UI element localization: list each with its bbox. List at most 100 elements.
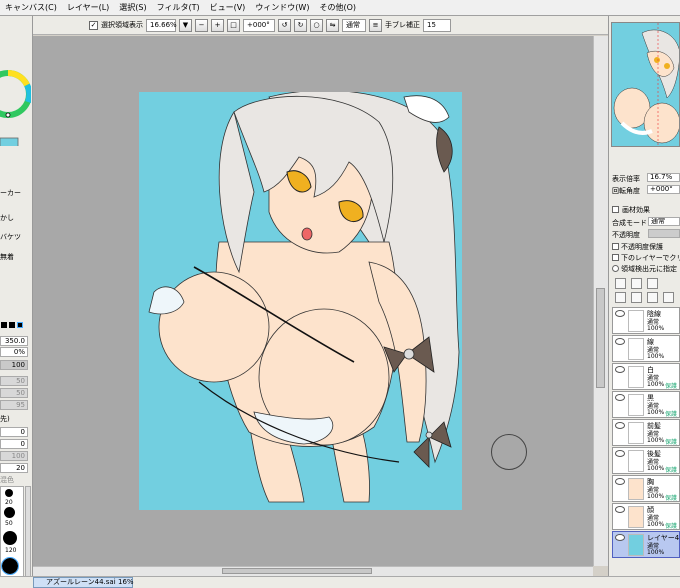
toolbar: ✓ 選択領域表示 16.66% ▼ − + □ +000° ↺ ↻ ○ ⇋ 通常… [33, 16, 608, 35]
zoom-reset-icon[interactable]: □ [227, 18, 240, 32]
layer-thumbnail [628, 310, 644, 332]
clear-layer-icon[interactable] [647, 292, 658, 303]
min-size-field[interactable]: 0% [0, 347, 28, 357]
eye-icon[interactable] [615, 422, 625, 429]
layer-thumbnail [628, 534, 644, 556]
current-color-swatch [0, 137, 19, 146]
layer-item[interactable]: 白通常 100% 保護 [612, 363, 680, 390]
navigator-preview[interactable] [611, 22, 680, 147]
brush-preset-dot [4, 507, 15, 518]
new-layer-icon[interactable] [615, 278, 626, 289]
eye-icon[interactable] [615, 534, 625, 541]
zoom-down-icon[interactable]: ▼ [179, 18, 192, 32]
rotate-left-icon[interactable]: ↺ [278, 18, 291, 32]
file-name: アズールレーン44.sai [46, 578, 116, 586]
zoom-out-icon[interactable]: − [195, 18, 208, 32]
brush-list-scrollbar[interactable] [25, 486, 31, 588]
rotation-label: 回転角度 [612, 187, 640, 195]
eye-icon[interactable] [615, 366, 625, 373]
layer-protect: 保護 [665, 439, 678, 446]
layer-item[interactable]: 後髪 通常 100% 保護 [612, 447, 680, 474]
color-wheel[interactable] [0, 16, 31, 146]
transfer-down-icon[interactable] [615, 292, 626, 303]
layer-item[interactable]: 黒通常 100% 保護 [612, 391, 680, 418]
menu-layer[interactable]: レイヤー(L) [62, 2, 114, 13]
layer-opacity: 100% [647, 409, 665, 416]
density-field[interactable]: 100 [0, 360, 28, 370]
menu-canvas[interactable]: キャンバス(C) [0, 2, 62, 13]
vertical-scroll-thumb[interactable] [596, 288, 605, 388]
layer-protect: 保護 [665, 467, 678, 474]
param-field-2[interactable]: 50 [0, 388, 28, 398]
layer-item[interactable]: 前髪 通常 100% 保護 [612, 419, 680, 446]
menu-select[interactable]: 選択(S) [114, 2, 151, 13]
eye-icon[interactable] [615, 394, 625, 401]
layer-blend-mode-field[interactable]: 通常 [648, 217, 680, 226]
delete-layer-icon[interactable] [663, 292, 674, 303]
stabilizer-field[interactable]: 15 [423, 18, 451, 32]
brush-size-list[interactable]: 20 50 120 350 [0, 486, 24, 588]
flip-icon[interactable]: ⇋ [326, 18, 339, 32]
blend-label: 混色 [0, 476, 14, 484]
num-field-1[interactable]: 0 [0, 427, 28, 437]
eye-icon[interactable] [615, 450, 625, 457]
opacity-protect-checkbox[interactable] [612, 243, 619, 250]
eye-icon[interactable] [615, 506, 625, 513]
menu-window[interactable]: ウィンドウ(W) [250, 2, 314, 13]
tool-blur[interactable]: かし [0, 213, 31, 223]
zoom-in-icon[interactable]: + [211, 18, 224, 32]
num-field-3[interactable]: 100 [0, 451, 28, 461]
brush-size-field[interactable]: 350.0 [0, 336, 28, 346]
brush-shape-row[interactable] [0, 321, 31, 329]
brush-shape-icon [17, 322, 23, 328]
folder-icon[interactable] [647, 278, 658, 289]
clipping-checkbox[interactable] [612, 254, 619, 261]
param-field-3[interactable]: 95 [0, 400, 28, 410]
num-field-4[interactable]: 20 [0, 463, 28, 473]
eye-icon[interactable] [615, 310, 625, 317]
rotate-reset-icon[interactable]: ○ [310, 18, 323, 32]
tool-bucket[interactable]: バケツ [0, 232, 31, 242]
layer-protect: 保護 [665, 495, 678, 502]
layer-item[interactable]: 線通常 100% [612, 335, 680, 362]
selection-display-checkbox[interactable]: ✓ [89, 20, 98, 30]
layer-opacity: 100% [647, 353, 665, 360]
eye-icon[interactable] [615, 338, 625, 345]
nav-rotation-field[interactable]: +000° [647, 185, 680, 194]
selection-source-radio[interactable] [612, 265, 619, 272]
opacity-slider[interactable] [648, 229, 680, 238]
blend-mode-field[interactable]: 通常 [342, 18, 366, 32]
rotate-right-icon[interactable]: ↻ [294, 18, 307, 32]
file-tab[interactable]: アズールレーン44.sai 16% [33, 577, 134, 588]
new-layer-set-icon[interactable] [631, 278, 642, 289]
layer-item-active[interactable]: レイヤー4 通常 100% [612, 531, 680, 558]
nav-zoom-field[interactable]: 16.7% [647, 173, 680, 182]
layer-opacity: 100% [647, 521, 665, 528]
merge-down-icon[interactable] [631, 292, 642, 303]
stabilizer-label: 手ブレ補正 [385, 21, 420, 29]
layer-opacity: 100% [647, 549, 665, 556]
label-first: 先) [0, 415, 10, 423]
effect-expand-icon[interactable] [612, 206, 619, 213]
menu-other[interactable]: その他(O) [314, 2, 361, 13]
layer-item[interactable]: 顔通常 100% 保護 [612, 503, 680, 530]
selection-display-label: 選択領域表示 [101, 21, 143, 29]
num-field-2[interactable]: 0 [0, 439, 28, 449]
brush-size-label: 50 [5, 520, 13, 527]
param-field-1[interactable]: 50 [0, 376, 28, 386]
layer-item[interactable]: 陰線 通常 100% [612, 307, 680, 334]
tool-marker[interactable]: ーカー [0, 188, 31, 198]
brush-preset-dot [3, 531, 17, 545]
document-canvas[interactable] [139, 92, 462, 510]
layer-item[interactable]: 胸通常 100% 保護 [612, 475, 680, 502]
menu-icon[interactable]: ≡ [369, 18, 382, 32]
zoom-field[interactable]: 16.66% [146, 18, 177, 32]
menu-filter[interactable]: フィルタ(T) [152, 2, 205, 13]
menu-view[interactable]: ビュー(V) [205, 2, 251, 13]
rotation-field[interactable]: +000° [243, 18, 275, 32]
horizontal-scroll-thumb[interactable] [222, 568, 372, 574]
tool-nocolor[interactable]: 無着 [0, 252, 31, 262]
effect-label: 画材効果 [622, 206, 650, 214]
blend-mode-label: 合成モード [612, 219, 647, 227]
eye-icon[interactable] [615, 478, 625, 485]
